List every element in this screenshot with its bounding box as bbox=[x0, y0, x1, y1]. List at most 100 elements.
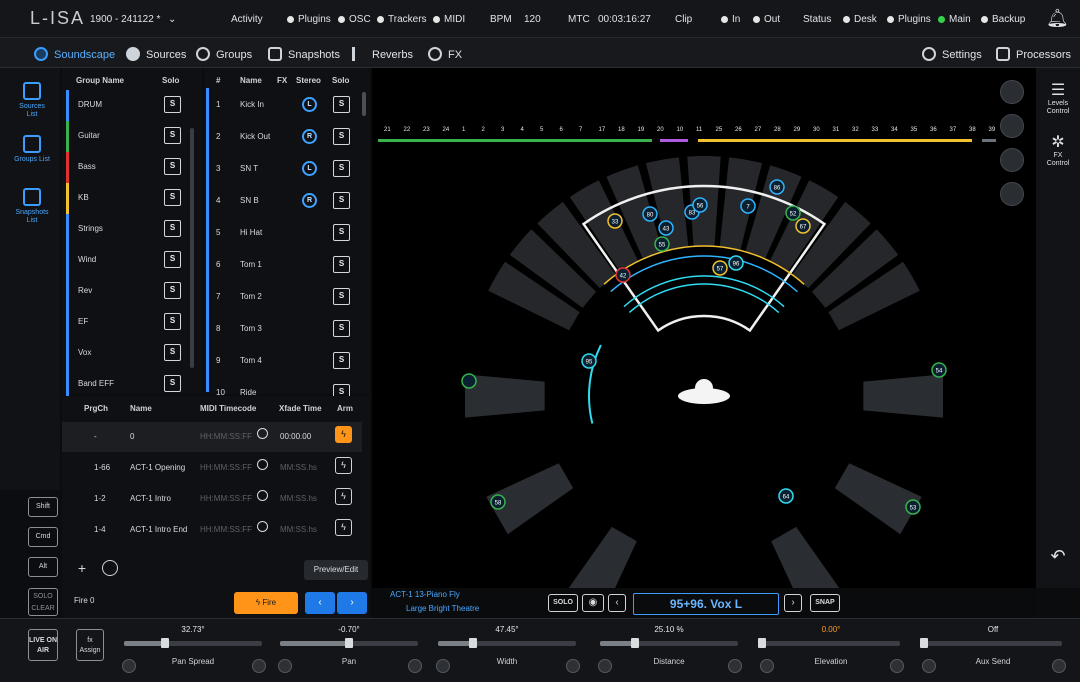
stereo-link-r[interactable]: R bbox=[302, 129, 317, 144]
clip-menu[interactable]: Clip bbox=[675, 14, 692, 25]
source-row[interactable]: 8 Tom 3 S bbox=[216, 314, 364, 346]
show-selector[interactable]: 1900 - 241122 * bbox=[90, 14, 160, 25]
group-solo-button[interactable]: S bbox=[164, 220, 181, 237]
param-slider[interactable] bbox=[280, 638, 418, 648]
group-row[interactable]: KB S bbox=[66, 183, 196, 214]
group-row[interactable]: DRUM S bbox=[66, 90, 196, 121]
snapshot-row[interactable]: 1-66 ACT-1 Opening HH:MM:SS:FF MM:SS.hs ϟ bbox=[62, 453, 362, 483]
fx-assign-button[interactable]: fx Assign bbox=[76, 629, 104, 661]
source-row[interactable]: 4 SN B R S bbox=[216, 186, 364, 218]
param-pan-spread[interactable]: 32.73° Pan Spread bbox=[118, 619, 268, 682]
live-on-air-button[interactable]: LIVE ON AIR bbox=[28, 629, 58, 661]
snapshot-xfade[interactable]: 00:00.00 bbox=[280, 432, 311, 441]
source-row[interactable]: 6 Tom 1 S bbox=[216, 250, 364, 282]
source-solo-button[interactable]: S bbox=[333, 320, 350, 337]
info-icon[interactable] bbox=[598, 659, 612, 673]
tab-sources[interactable]: Sources bbox=[126, 47, 186, 61]
source-solo-button[interactable]: S bbox=[333, 128, 350, 145]
group-solo-button[interactable]: S bbox=[164, 96, 181, 113]
settings-icon[interactable] bbox=[102, 560, 118, 576]
soundscape-view[interactable]: 21 22 23 24 1 2 3 4 5 6 7 17 18 19 20 10 11 25 26 27 28 29 30 3… bbox=[372, 68, 1036, 614]
add-icon[interactable]: + bbox=[74, 560, 90, 576]
param-slider[interactable] bbox=[920, 638, 1062, 648]
source-row[interactable]: 1 Kick In L S bbox=[216, 90, 364, 122]
slider-handle[interactable] bbox=[345, 638, 353, 648]
eye-icon[interactable]: ◉ bbox=[582, 594, 604, 612]
preview-edit-button[interactable]: Preview/Edit bbox=[304, 560, 368, 580]
source-row[interactable]: 3 SN T L S bbox=[216, 154, 364, 186]
prev-object-button[interactable]: ‹ bbox=[608, 594, 626, 612]
activity-menu[interactable]: Activity bbox=[231, 14, 263, 25]
source-solo-button[interactable]: S bbox=[333, 256, 350, 273]
slider-handle[interactable] bbox=[758, 638, 766, 648]
group-solo-button[interactable]: S bbox=[164, 251, 181, 268]
param-elevation[interactable]: 0.00° Elevation bbox=[756, 619, 906, 682]
param-slider[interactable] bbox=[600, 638, 738, 648]
group-row[interactable]: Bass S bbox=[66, 152, 196, 183]
processors-button[interactable]: Processors bbox=[996, 47, 1071, 61]
notes-icon[interactable] bbox=[1000, 80, 1024, 104]
source-solo-button[interactable]: S bbox=[333, 192, 350, 209]
tab-snapshots[interactable]: Snapshots bbox=[268, 47, 340, 61]
slider-handle[interactable] bbox=[468, 638, 477, 648]
source-row[interactable]: 5 Hi Hat S bbox=[216, 218, 364, 250]
solo-clear-button[interactable]: SOLO CLEAR bbox=[28, 588, 58, 616]
scrollbar[interactable] bbox=[190, 128, 194, 368]
arm-lightning-icon[interactable]: ϟ bbox=[335, 426, 352, 443]
lock-icon[interactable] bbox=[1052, 659, 1066, 673]
alt-key[interactable]: Alt bbox=[28, 557, 58, 577]
arm-lightning-icon[interactable]: ϟ bbox=[335, 519, 352, 536]
info-icon[interactable] bbox=[922, 659, 936, 673]
shift-key[interactable]: Shift bbox=[28, 497, 58, 517]
stereo-link-r[interactable]: R bbox=[302, 193, 317, 208]
fire-button[interactable]: ϟ Fire bbox=[234, 592, 298, 614]
snap-button[interactable]: SNAP bbox=[810, 594, 840, 612]
tab-reverbs[interactable]: Reverbs bbox=[352, 47, 413, 61]
arm-lightning-icon[interactable]: ϟ bbox=[335, 457, 352, 474]
cmd-key[interactable]: Cmd bbox=[28, 527, 58, 547]
groups-list-button[interactable]: Groups List bbox=[14, 135, 50, 164]
slider-handle[interactable] bbox=[920, 638, 928, 648]
group-row[interactable]: Strings S bbox=[66, 214, 196, 245]
clip-out[interactable]: Out bbox=[753, 14, 780, 25]
stereo-link-l[interactable]: L bbox=[302, 97, 317, 112]
group-solo-button[interactable]: S bbox=[164, 158, 181, 175]
group-solo-button[interactable]: S bbox=[164, 375, 181, 392]
snapshot-xfade[interactable]: MM:SS.hs bbox=[280, 463, 317, 472]
source-row[interactable]: 9 Tom 4 S bbox=[216, 346, 364, 378]
param-pan[interactable]: -0.70° Pan bbox=[274, 619, 424, 682]
group-solo-button[interactable]: S bbox=[164, 127, 181, 144]
snapshot-xfade[interactable]: MM:SS.hs bbox=[280, 494, 317, 503]
sources-list-button[interactable]: Sources List bbox=[14, 82, 50, 119]
group-solo-button[interactable]: S bbox=[164, 189, 181, 206]
lock-icon[interactable] bbox=[566, 659, 580, 673]
arm-lightning-icon[interactable]: ϟ bbox=[335, 488, 352, 505]
solo-button[interactable]: SOLO bbox=[548, 594, 578, 612]
param-slider[interactable] bbox=[758, 638, 900, 648]
info-icon[interactable] bbox=[278, 659, 292, 673]
settings-button[interactable]: Settings bbox=[922, 47, 982, 61]
group-solo-button[interactable]: S bbox=[164, 344, 181, 361]
selected-object-name[interactable]: 95+96. Vox L bbox=[633, 593, 779, 615]
fx-control-button[interactable]: ✲ FX Control bbox=[1042, 134, 1074, 168]
info-icon[interactable] bbox=[760, 659, 774, 673]
source-solo-button[interactable]: S bbox=[333, 352, 350, 369]
col-prgch[interactable]: PrgCh bbox=[84, 404, 108, 413]
snapshot-row[interactable]: 1-4 ACT-1 Intro End HH:MM:SS:FF MM:SS.hs ϟ bbox=[62, 515, 362, 545]
snapshot-xfade[interactable]: MM:SS.hs bbox=[280, 525, 317, 534]
stereo-link-l[interactable]: L bbox=[302, 161, 317, 176]
lock-icon[interactable] bbox=[890, 659, 904, 673]
next-object-button[interactable]: › bbox=[784, 594, 802, 612]
next-snapshot-button[interactable]: › bbox=[337, 592, 367, 614]
source-solo-button[interactable]: S bbox=[333, 96, 350, 113]
info-icon[interactable] bbox=[436, 659, 450, 673]
source-solo-button[interactable]: S bbox=[333, 224, 350, 241]
param-slider[interactable] bbox=[438, 638, 576, 648]
clip-in[interactable]: In bbox=[721, 14, 740, 25]
group-solo-button[interactable]: S bbox=[164, 282, 181, 299]
param-width[interactable]: 47.45° Width bbox=[432, 619, 582, 682]
snapshots-list-button[interactable]: Snapshots List bbox=[14, 188, 50, 225]
source-solo-button[interactable]: S bbox=[333, 160, 350, 177]
tab-groups[interactable]: Groups bbox=[196, 47, 252, 61]
tab-soundscape[interactable]: Soundscape bbox=[34, 47, 115, 61]
